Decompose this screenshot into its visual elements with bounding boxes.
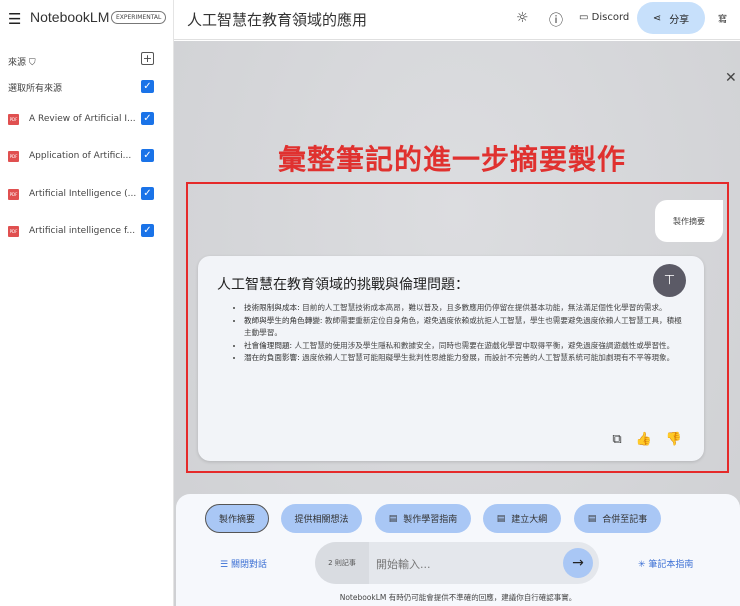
share-button[interactable]: ⋖ 分享 <box>637 2 705 34</box>
menu-icon[interactable]: ☰ <box>8 10 21 28</box>
copy-icon[interactable]: ⧉ <box>612 432 621 447</box>
app-logo: NotebookLM <box>30 9 110 25</box>
note-icon: ▤ <box>388 513 398 524</box>
list-item: 潛在的負面影響: 過度依賴人工智慧可能阻礙學生批判性思維能力發展，而設計不完善的… <box>244 352 684 365</box>
notebook-title[interactable]: 人工智慧在教育領域的應用 <box>187 9 367 30</box>
pdf-icon: PDF <box>8 225 19 237</box>
shield-icon: ⛉ <box>28 58 36 68</box>
list-item: 技術限制與成本: 目前的人工智慧技術成本高昂，難以普及，且多數應用仍停留在提供基… <box>244 302 684 315</box>
chip-summary[interactable]: 製作摘要 <box>205 504 269 533</box>
theme-icon[interactable]: ☼ <box>516 10 529 26</box>
pdf-icon: PDF <box>8 113 19 125</box>
checkbox[interactable]: ✓ <box>141 224 154 237</box>
share-icon: ⋖ <box>652 12 662 24</box>
pin-icon[interactable]: ⊤ <box>653 264 686 297</box>
pdf-icon: PDF <box>8 150 19 162</box>
pdf-icon: PDF <box>8 188 19 200</box>
source-item[interactable]: PDF Artificial Intelligence (... ✓ <box>8 187 158 201</box>
response-title: 人工智慧在教育領域的挑戰與倫理問題： <box>217 277 469 293</box>
note-icon: ▤ <box>496 513 506 524</box>
note-icon: ▤ <box>587 513 597 524</box>
experimental-badge: EXPERIMENTAL <box>111 11 167 24</box>
chip-related-ideas[interactable]: 提供相關想法 <box>281 504 362 533</box>
source-item[interactable]: PDF Application of Artifici... ✓ <box>8 149 158 163</box>
disclaimer: NotebookLM 有時仍可能會提供不準確的回應，建議你自行確認事實。 <box>339 593 577 602</box>
bottom-panel: 製作摘要 提供相關想法 ▤ 製作學習指南 ▤ 建立大綱 ▤ 合併至記事 ☰ 關閉對話 … <box>176 494 740 606</box>
sidebar: ☰ NotebookLM EXPERIMENTAL 來源 ⛉ + 選取所有來源 ✓… <box>0 0 174 606</box>
notebook-guide-button[interactable]: ✳ 筆記本指南 <box>638 557 693 570</box>
add-source-button[interactable]: + <box>141 52 154 65</box>
response-list: 技術限制與成本: 目前的人工智慧技術成本高昂，難以普及，且多數應用仍停留在提供基… <box>244 302 684 365</box>
sparkle-icon: ✳ <box>638 560 646 570</box>
panel-icon: ☰ <box>220 560 229 570</box>
checkbox[interactable]: ✓ <box>141 80 154 93</box>
thumbs-down-icon[interactable]: 👎 <box>666 432 682 447</box>
checkbox[interactable]: ✓ <box>141 149 154 162</box>
chip-save-to-note[interactable]: ▤ 合併至記事 <box>574 504 661 533</box>
source-item[interactable]: PDF Artificial intelligence f... ✓ <box>8 224 158 238</box>
checkbox[interactable]: ✓ <box>141 112 154 125</box>
checkbox[interactable]: ✓ <box>141 187 154 200</box>
chip-study-guide[interactable]: ▤ 製作學習指南 <box>375 504 471 533</box>
user-message: 製作摘要 <box>655 200 723 242</box>
close-icon[interactable]: ✕ <box>725 70 737 86</box>
annotation-title: 彙整筆記的進一步摘要製作 <box>278 143 627 176</box>
select-all-sources[interactable]: 選取所有來源 ✓ <box>8 80 158 94</box>
avatar[interactable]: 寫 <box>718 12 727 25</box>
source-item[interactable]: PDF A Review of Artificial I... ✓ <box>8 112 158 126</box>
header: 人工智慧在教育領域的應用 ☼ ⓘ ▭ Discord ⋖ 分享 寫 <box>174 0 740 40</box>
chip-outline[interactable]: ▤ 建立大綱 <box>483 504 561 533</box>
close-chat-button[interactable]: ☰ 關閉對話 <box>220 557 267 570</box>
help-icon[interactable]: ⓘ <box>549 10 563 30</box>
discord-link[interactable]: ▭ Discord <box>579 12 629 23</box>
send-button[interactable]: → <box>563 548 593 578</box>
notes-count[interactable]: 2 則記事 <box>315 542 369 584</box>
response-card: 人工智慧在教育領域的挑戰與倫理問題： ⊤ 技術限制與成本: 目前的人工智慧技術成… <box>198 256 704 461</box>
thumbs-up-icon[interactable]: 👍 <box>636 432 652 447</box>
chat-input[interactable]: 2 則記事 開始輸入... → <box>315 542 599 584</box>
sources-heading: 來源 ⛉ <box>8 58 36 68</box>
list-item: 教師與學生的角色轉變: 教師需要重新定位自身角色，避免過度依賴或抗拒人工智慧，學… <box>244 315 684 340</box>
input-placeholder[interactable]: 開始輸入... <box>376 556 431 572</box>
list-item: 社會倫理問題: 人工智慧的使用涉及學生隱私和數據安全，同時也需要在遊戲化學習中取… <box>244 340 684 353</box>
